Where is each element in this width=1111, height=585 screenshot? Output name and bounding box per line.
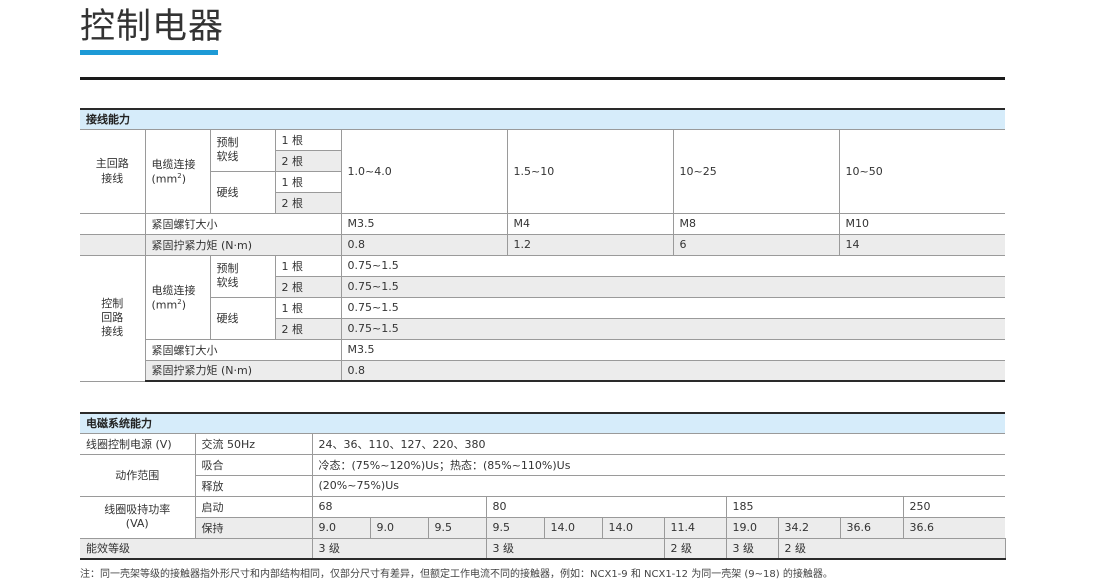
start-label: 启动 (194, 495, 313, 518)
efficiency-value-1: 3 级 (311, 537, 487, 560)
main-torque-value-2: 1.2 (506, 233, 674, 256)
hold-value-1: 9.0 (311, 516, 371, 539)
hold-value-5: 14.0 (543, 516, 603, 539)
start-value-1: 68 (311, 495, 487, 518)
ctrl-screw-label: 紧固螺钉大小 (145, 338, 342, 361)
section-header-wiring: 接线能力 (80, 108, 1005, 130)
main-torque-value-1: 0.8 (340, 233, 508, 256)
ctrl-soft-one-label: 1 根 (274, 254, 342, 277)
page-title: 控制电器 (80, 7, 225, 47)
main-soft-two-label: 2 根 (275, 149, 341, 172)
start-value-2: 80 (485, 495, 727, 518)
main-torque-label: 紧固拧紧力矩 (N·m) (144, 233, 342, 256)
ctrl-soft-two-label: 2 根 (275, 275, 342, 298)
hold-value-4: 9.5 (485, 516, 545, 539)
start-value-3: 185 (725, 495, 904, 518)
main-torque-value-3: 6 (672, 233, 840, 256)
ctrl-hard-label: 硬线 (210, 296, 276, 340)
wiring-capacity-table: 接线能力 主回路 接线 电缆连接 (mm2) 预制 软线 1 根 1.0~4.0… (80, 108, 1005, 382)
main-screw-value-3: M8 (672, 212, 840, 235)
hold-value-9: 34.2 (777, 516, 841, 539)
ctrl-terminal-unit: (mm2) (151, 298, 187, 312)
hold-value-8: 19.0 (725, 516, 779, 539)
ctrl-value-2: 0.75~1.5 (340, 275, 1005, 298)
ctrl-value-1: 0.75~1.5 (340, 254, 1005, 277)
start-value-4: 250 (902, 495, 1006, 518)
ctrl-terminal-name: 电缆连接 (151, 284, 196, 298)
title-rule (80, 77, 1005, 80)
main-screw-value-2: M4 (506, 212, 674, 235)
control-circuit-label: 控制 回路 接线 (80, 254, 146, 382)
ctrl-terminal-label: 电缆连接 (mm2) (144, 254, 211, 340)
main-blank-cell (80, 212, 146, 235)
main-terminal-unit: (mm2) (151, 172, 187, 186)
release-label: 释放 (195, 474, 313, 497)
power-label: 线圈吸持功率 (VA) (80, 495, 196, 539)
footnote: 注：同一壳架等级的接触器指外形尺寸和内部结构相同，仅部分尺寸有差异，但额定工作电… (80, 569, 833, 580)
range-label: 动作范围 (80, 453, 196, 497)
ctrl-value-3: 0.75~1.5 (340, 296, 1005, 319)
ctrl-prefab-soft-label: 预制 软线 (209, 254, 276, 298)
main-screw-label: 紧固螺钉大小 (144, 212, 342, 235)
ctrl-hard-one-label: 1 根 (274, 296, 342, 319)
hold-value-3: 9.5 (427, 516, 487, 539)
hold-value-10: 36.6 (839, 516, 904, 539)
efficiency-value-2: 3 级 (485, 537, 665, 560)
main-circuit-label: 主回路 接线 (80, 128, 146, 214)
efficiency-value-4: 3 级 (725, 537, 779, 560)
ac-values: 24、36、110、127、220、380 (311, 432, 1006, 455)
hold-label: 保持 (195, 516, 313, 539)
main-terminal-label: 电缆连接 (mm2) (144, 128, 211, 214)
efficiency-label: 能效等级 (80, 537, 313, 560)
hold-value-11: 36.6 (902, 516, 1006, 539)
ctrl-screw-value: M3.5 (340, 338, 1005, 361)
main-blank-cell-2 (80, 233, 146, 256)
hold-value-6: 14.0 (601, 516, 665, 539)
efficiency-value-5: 2 级 (777, 537, 1006, 560)
main-prefab-soft-label: 预制 软线 (209, 128, 276, 172)
electromagnetic-capacity-table: 电磁系统能力 线圈控制电源 (V) 交流 50Hz 24、36、110、127、… (80, 412, 1006, 560)
ctrl-value-4: 0.75~1.5 (340, 317, 1005, 340)
main-torque-value-4: 14 (838, 233, 1005, 256)
hold-value-2: 9.0 (369, 516, 429, 539)
main-value-4: 10~50 (838, 128, 1005, 214)
ctrl-hard-two-label: 2 根 (275, 317, 342, 340)
pickup-value: 冷态：(75%~120%)Us；热态：(85%~110%)Us (311, 453, 1006, 476)
main-terminal-name: 电缆连接 (151, 158, 196, 172)
main-screw-value-1: M3.5 (340, 212, 508, 235)
hold-value-7: 11.4 (663, 516, 727, 539)
release-value: (20%~75%)Us (311, 474, 1006, 497)
main-value-1: 1.0~4.0 (340, 128, 508, 214)
coil-supply-label: 线圈控制电源 (V) (80, 432, 196, 455)
ctrl-torque-label: 紧固拧紧力矩 (N·m) (145, 359, 342, 382)
main-hard-label: 硬线 (210, 170, 276, 214)
main-hard-one-label: 1 根 (274, 170, 341, 193)
section-header-electro: 电磁系统能力 (80, 412, 1006, 434)
efficiency-value-3: 2 级 (663, 537, 727, 560)
main-value-2: 1.5~10 (506, 128, 674, 214)
main-hard-two-label: 2 根 (275, 191, 341, 214)
main-screw-value-4: M10 (838, 212, 1005, 235)
title-underline (80, 50, 218, 55)
main-value-3: 10~25 (672, 128, 840, 214)
main-soft-one-label: 1 根 (274, 128, 342, 151)
ctrl-torque-value: 0.8 (340, 359, 1005, 382)
ac-label: 交流 50Hz (194, 432, 313, 455)
pickup-label: 吸合 (194, 453, 313, 476)
